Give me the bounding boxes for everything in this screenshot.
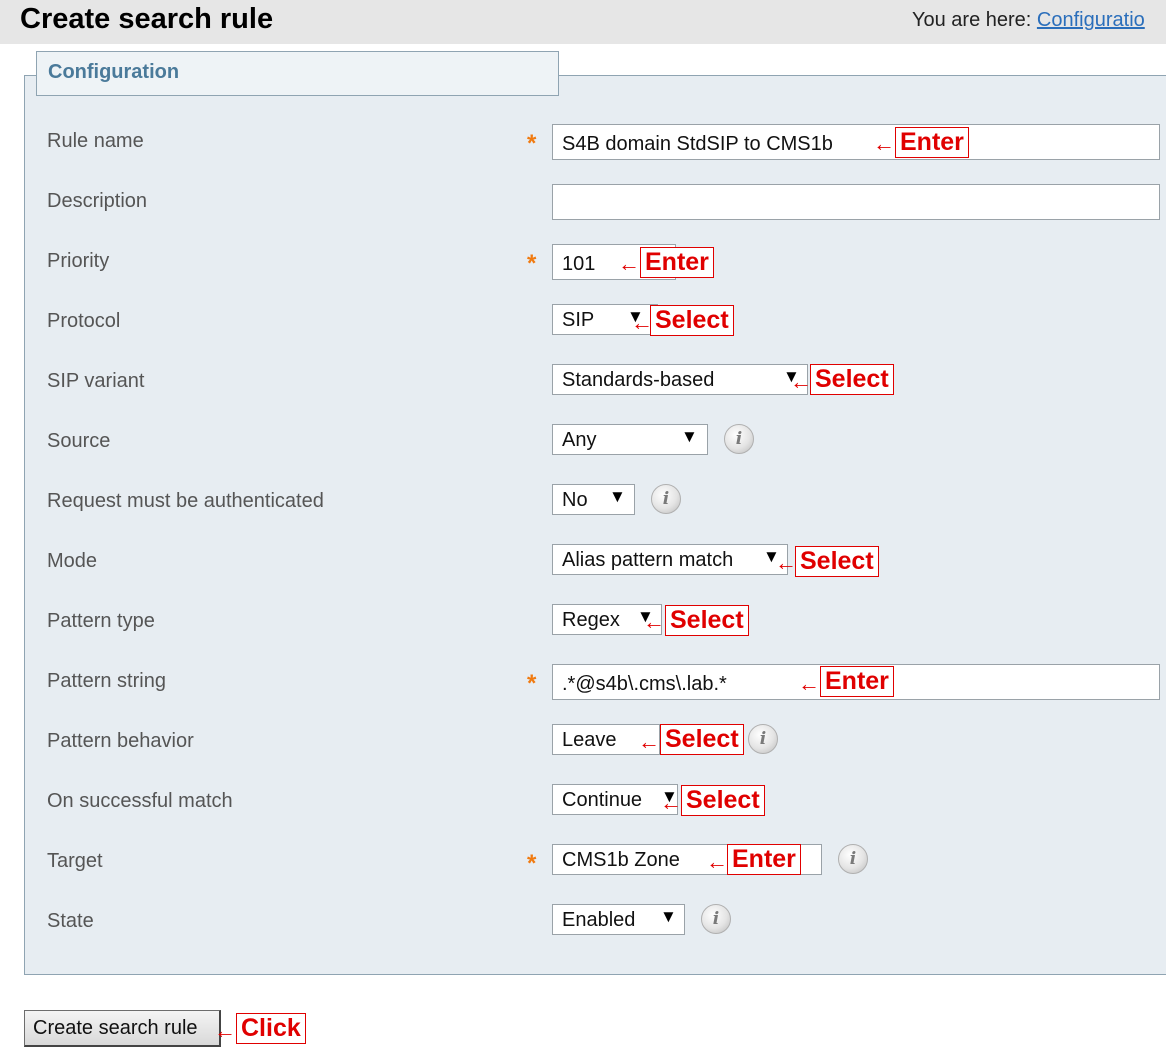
mode-value: Alias pattern match (562, 549, 734, 571)
source-select[interactable]: Any ▼ (552, 424, 708, 455)
on-match-note-arrow: ← (660, 790, 682, 815)
rule-name-note-arrow: ← (873, 131, 895, 156)
protocol-note: Select (650, 305, 734, 336)
pattern-behavior-note: Select (660, 724, 744, 755)
source-value: Any (562, 429, 597, 451)
create-search-rule-button[interactable]: Create search rule (24, 1010, 221, 1047)
priority-label: Priority (47, 250, 110, 272)
submit-note: Click (236, 1013, 306, 1044)
pattern-string-required-icon: * (527, 670, 537, 697)
submit-note-arrow: ← (214, 1018, 236, 1043)
breadcrumb-link-configuration[interactable]: Configuratio (1037, 9, 1145, 31)
rule-name-value: S4B domain StdSIP to CMS1b (562, 133, 833, 155)
pattern-type-value: Regex (562, 609, 620, 631)
state-value: Enabled (562, 909, 636, 931)
priority-value: 101 (562, 253, 596, 275)
breadcrumb-prefix: You are here: (912, 9, 1032, 31)
mode-note: Select (795, 546, 879, 577)
state-select[interactable]: Enabled ▼ (552, 904, 685, 935)
pattern-string-note-arrow: ← (798, 671, 820, 696)
request-auth-info-icon[interactable]: i (651, 484, 681, 514)
rule-name-note: Enter (895, 127, 969, 158)
sip-variant-label: SIP variant (47, 370, 145, 392)
mode-label: Mode (47, 550, 98, 572)
target-required-icon: * (527, 850, 537, 877)
protocol-value: SIP (562, 309, 595, 331)
sip-variant-note-arrow: ← (790, 369, 812, 394)
on-match-note: Select (681, 785, 765, 816)
protocol-label: Protocol (47, 310, 121, 332)
request-auth-select[interactable]: No ▼ (552, 484, 635, 515)
rule-name-input[interactable]: S4B domain StdSIP to CMS1b (552, 124, 1160, 160)
pattern-string-value: .*@s4b\.cms\.lab.* (562, 673, 727, 695)
state-dropdown-arrow-icon: ▼ (660, 907, 677, 926)
pattern-string-label: Pattern string (47, 670, 166, 692)
configuration-panel-title: Configuration (48, 61, 180, 83)
request-auth-label: Request must be authenticated (47, 490, 324, 512)
on-match-value: Continue (562, 789, 643, 811)
description-input[interactable] (552, 184, 1160, 220)
mode-select[interactable]: Alias pattern match ▼ (552, 544, 788, 575)
source-label: Source (47, 430, 111, 452)
priority-note-arrow: ← (618, 251, 640, 276)
pattern-behavior-value: Leave (562, 729, 617, 751)
target-value: CMS1b Zone (562, 849, 680, 871)
pattern-behavior-label: Pattern behavior (47, 730, 194, 752)
request-auth-value: No (562, 489, 588, 511)
sip-variant-select[interactable]: Standards-based ▼ (552, 364, 808, 395)
source-dropdown-arrow-icon: ▼ (681, 427, 698, 446)
breadcrumb: You are here: Configuratio (912, 9, 1145, 32)
mode-note-arrow: ← (775, 550, 797, 575)
source-info-icon[interactable]: i (724, 424, 754, 454)
pattern-type-note: Select (665, 605, 749, 636)
state-info-icon[interactable]: i (701, 904, 731, 934)
on-match-label: On successful match (47, 790, 233, 812)
page-title: Create search rule (20, 3, 274, 35)
description-label: Description (47, 190, 148, 212)
rule-name-required-icon: * (527, 130, 537, 157)
sip-variant-value: Standards-based (562, 369, 715, 391)
pattern-behavior-note-arrow: ← (638, 729, 660, 754)
sip-variant-note: Select (810, 364, 894, 395)
target-note: Enter (727, 844, 801, 875)
pattern-behavior-info-icon[interactable]: i (748, 724, 778, 754)
pattern-string-note: Enter (820, 666, 894, 697)
priority-note: Enter (640, 247, 714, 278)
rule-name-label: Rule name (47, 130, 144, 152)
target-note-arrow: ← (706, 849, 728, 874)
request-auth-dropdown-arrow-icon: ▼ (609, 487, 626, 506)
target-label: Target (47, 850, 103, 872)
target-info-icon[interactable]: i (838, 844, 868, 874)
pattern-type-note-arrow: ← (643, 609, 665, 634)
priority-required-icon: * (527, 250, 537, 277)
state-label: State (47, 910, 94, 932)
pattern-type-label: Pattern type (47, 610, 155, 632)
